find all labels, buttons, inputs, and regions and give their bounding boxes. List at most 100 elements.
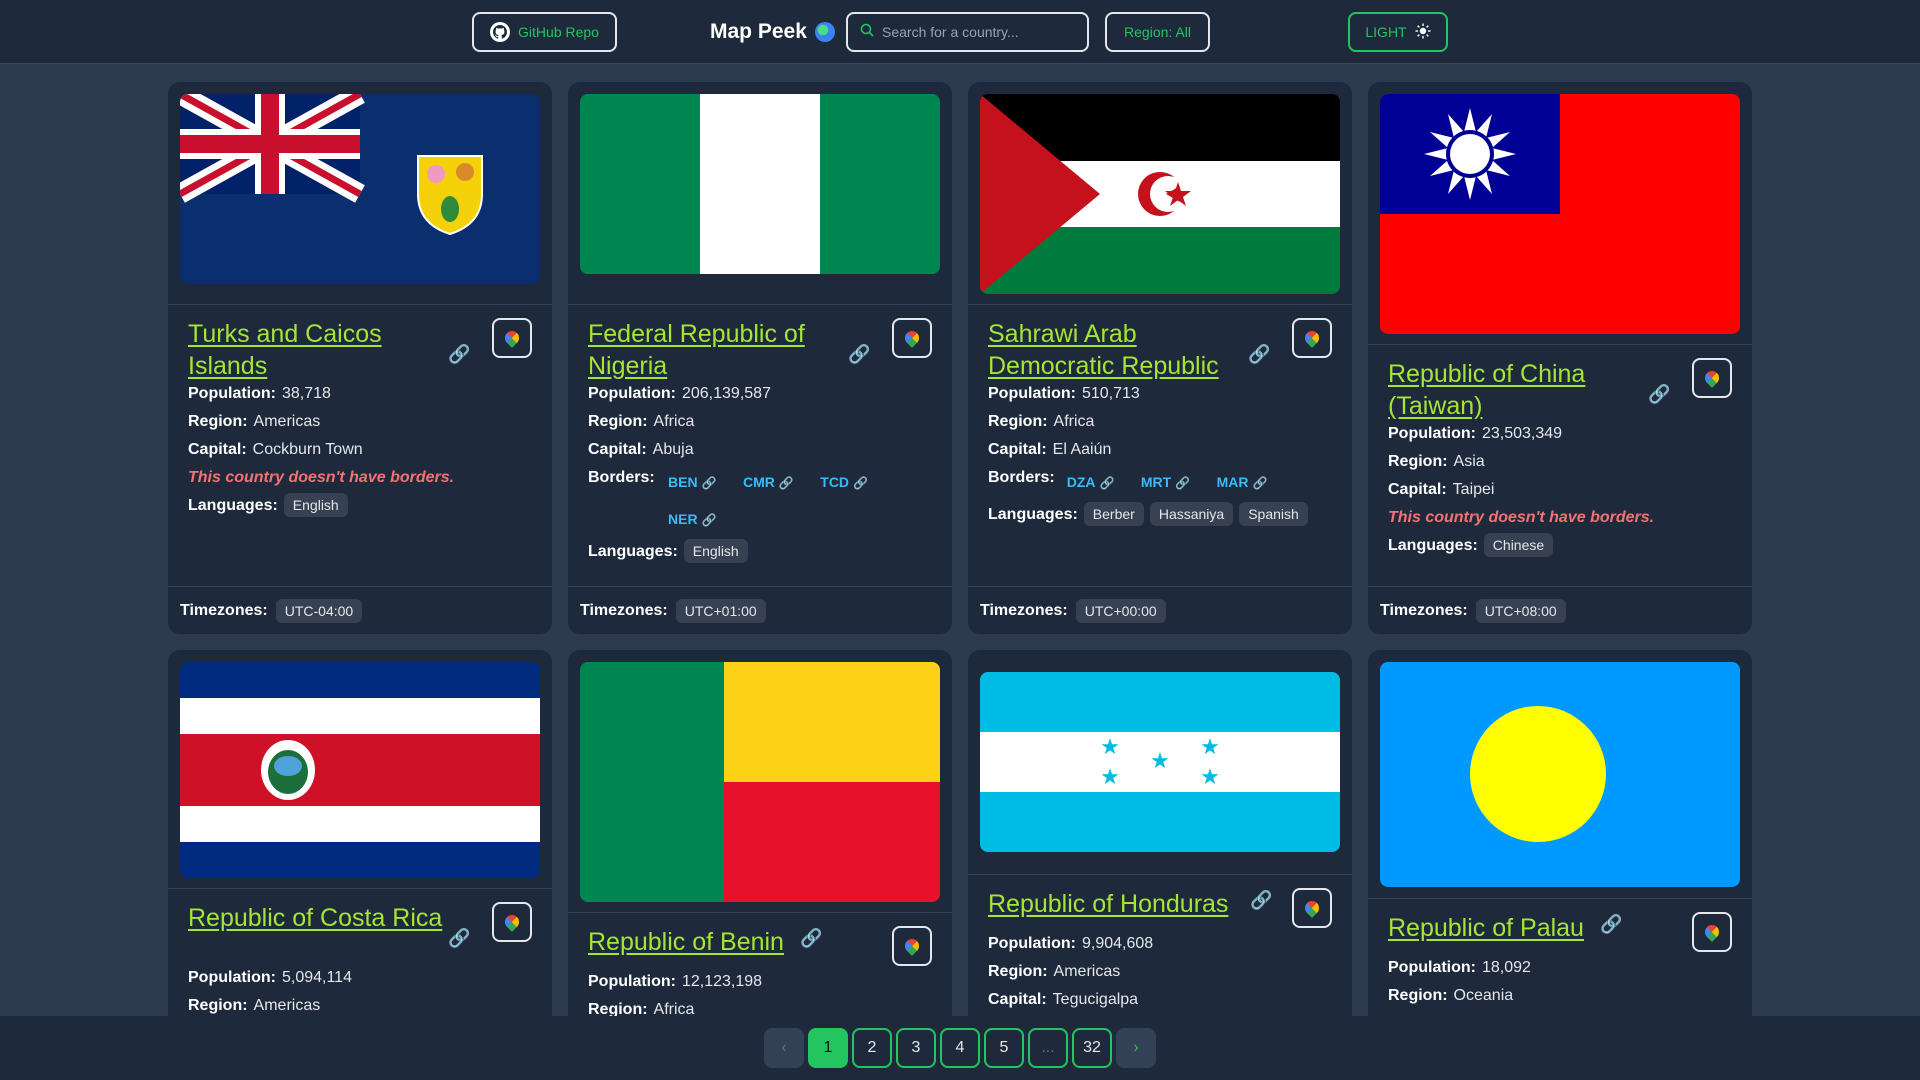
map-pin-button[interactable] xyxy=(1692,358,1732,398)
population-label: Population: xyxy=(988,935,1076,952)
page-button[interactable]: 3 xyxy=(896,1028,936,1068)
country-name-link[interactable]: Federal Republic of Nigeria xyxy=(588,318,848,382)
card-name-row: Sahrawi Arab Democratic Republic 🔗 xyxy=(988,318,1332,380)
card-name-row: Republic of Costa Rica 🔗 xyxy=(188,902,532,964)
borders-label: Borders: xyxy=(988,469,1055,486)
region-filter-button[interactable]: Region: All xyxy=(1105,12,1210,52)
capital-label: Capital: xyxy=(588,441,647,458)
github-repo-button[interactable]: GitHub Repo xyxy=(472,12,617,52)
prev-page-button[interactable]: ‹ xyxy=(764,1028,804,1068)
region-value: Americas xyxy=(253,997,321,1014)
border-code-link[interactable]: MAR xyxy=(1217,474,1249,490)
card-body: Republic of Honduras 🔗 Population: 9,904,… xyxy=(988,888,1332,1014)
map-pin-button[interactable] xyxy=(1292,318,1332,358)
page-button[interactable]: 5 xyxy=(984,1028,1024,1068)
border-code-link[interactable]: MRT xyxy=(1141,474,1171,490)
page-button[interactable]: 2 xyxy=(852,1028,892,1068)
card-name-row: Republic of Honduras 🔗 xyxy=(988,888,1332,930)
border-code-link[interactable]: BEN xyxy=(668,474,698,490)
flag-image xyxy=(580,662,940,902)
link-icon[interactable]: 🔗 xyxy=(1253,476,1268,490)
brand: Map Peek xyxy=(710,18,835,46)
github-repo-label: GitHub Repo xyxy=(518,24,599,40)
capital-label: Capital: xyxy=(988,991,1047,1008)
link-icon[interactable]: 🔗 xyxy=(1175,476,1190,490)
border-code-link[interactable]: TCD xyxy=(820,474,849,490)
page-button[interactable]: 32 xyxy=(1072,1028,1112,1068)
languages-label: Languages: xyxy=(188,497,278,514)
country-name-link[interactable]: Republic of Palau xyxy=(1388,914,1584,942)
population-row: Population: 9,904,608 xyxy=(988,930,1332,958)
page-button[interactable]: 4 xyxy=(940,1028,980,1068)
map-pin-button[interactable] xyxy=(892,926,932,966)
border-code-link[interactable]: CMR xyxy=(743,474,775,490)
globe-icon xyxy=(814,22,835,42)
link-icon[interactable]: 🔗 xyxy=(800,928,822,949)
map-pin-button[interactable] xyxy=(1292,888,1332,928)
next-page-button[interactable]: › xyxy=(1116,1028,1156,1068)
map-pin-button[interactable] xyxy=(892,318,932,358)
population-label: Population: xyxy=(1388,959,1476,976)
link-icon[interactable]: 🔗 xyxy=(702,513,717,527)
card-divider xyxy=(968,304,1352,305)
card-body: Republic of Costa Rica 🔗 Population: 5,09… xyxy=(188,902,532,1016)
page-ellipsis[interactable]: ... xyxy=(1028,1028,1068,1068)
sun-icon xyxy=(1415,23,1431,42)
map-pin-button[interactable] xyxy=(492,902,532,942)
country-name-link[interactable]: Turks and Caicos Islands xyxy=(188,318,448,382)
region-label: Region: xyxy=(588,1001,648,1016)
country-card: Republic of Costa Rica 🔗 Population: 5,09… xyxy=(168,650,552,1016)
page-button[interactable]: 1 xyxy=(808,1028,848,1068)
flag-image xyxy=(180,662,540,878)
region-row: Region: Oceania xyxy=(1388,982,1732,1010)
map-pin-icon xyxy=(1702,922,1722,942)
theme-toggle-button[interactable]: LIGHT xyxy=(1348,12,1448,52)
search-box[interactable] xyxy=(846,12,1089,52)
card-body: Federal Republic of Nigeria 🔗 Population… xyxy=(588,318,932,566)
map-pin-button[interactable] xyxy=(1692,912,1732,952)
border-code-link[interactable]: NER xyxy=(668,511,698,527)
population-value: 23,503,349 xyxy=(1481,425,1563,442)
language-tag: Chinese xyxy=(1483,533,1554,557)
timezones-label: Timezones: xyxy=(980,601,1068,619)
link-icon[interactable]: 🔗 xyxy=(853,476,868,490)
country-name-link[interactable]: Sahrawi Arab Democratic Republic xyxy=(988,318,1248,382)
population-value: 38,718 xyxy=(281,385,331,402)
link-icon[interactable]: 🔗 xyxy=(1099,476,1114,490)
country-name-link[interactable]: Republic of Costa Rica xyxy=(188,902,448,934)
country-name-link[interactable]: Republic of Honduras xyxy=(988,890,1228,918)
theme-toggle-label: LIGHT xyxy=(1365,24,1407,40)
link-icon[interactable]: 🔗 xyxy=(848,344,870,365)
capital-row: Capital: El Aaiún xyxy=(988,436,1332,464)
country-name-link[interactable]: Republic of Benin xyxy=(588,928,784,956)
map-pin-button[interactable] xyxy=(492,318,532,358)
search-input[interactable] xyxy=(882,24,1072,40)
link-icon[interactable]: 🔗 xyxy=(448,928,470,949)
link-icon[interactable]: 🔗 xyxy=(1648,384,1670,405)
timezone-tag: UTC+08:00 xyxy=(1475,598,1566,623)
capital-row: Capital: Taipei xyxy=(1388,476,1732,504)
region-row: Region: Africa xyxy=(988,408,1332,436)
region-label: Region: xyxy=(988,963,1048,980)
link-icon[interactable]: 🔗 xyxy=(1248,344,1270,365)
link-icon[interactable]: 🔗 xyxy=(448,344,470,365)
link-icon[interactable]: 🔗 xyxy=(779,476,794,490)
language-tag: English xyxy=(683,539,748,563)
capital-value: Cockburn Town xyxy=(252,441,363,458)
capital-row: Capital: Abuja xyxy=(588,436,932,464)
region-row: Region: Americas xyxy=(188,992,532,1016)
timezones-bar: Timezones: UTC+08:00 xyxy=(1368,586,1752,634)
link-icon[interactable]: 🔗 xyxy=(702,476,717,490)
map-pin-icon xyxy=(1702,368,1722,388)
region-value: Americas xyxy=(1053,963,1121,980)
flag-image: ★ ★ ★ ★ ★ xyxy=(980,672,1340,852)
no-borders-message: This country doesn't have borders. xyxy=(1388,509,1655,526)
country-name-link[interactable]: Republic of China (Taiwan) xyxy=(1388,358,1648,422)
border-code-link[interactable]: DZA xyxy=(1067,474,1096,490)
link-icon[interactable]: 🔗 xyxy=(1600,914,1622,935)
map-pin-icon xyxy=(902,936,922,956)
population-label: Population: xyxy=(188,385,276,402)
link-icon[interactable]: 🔗 xyxy=(1250,890,1272,911)
country-card: Republic of Palau 🔗 Population: 18,092 Re… xyxy=(1368,650,1752,1016)
timezones-bar: Timezones: UTC-04:00 xyxy=(168,586,552,634)
